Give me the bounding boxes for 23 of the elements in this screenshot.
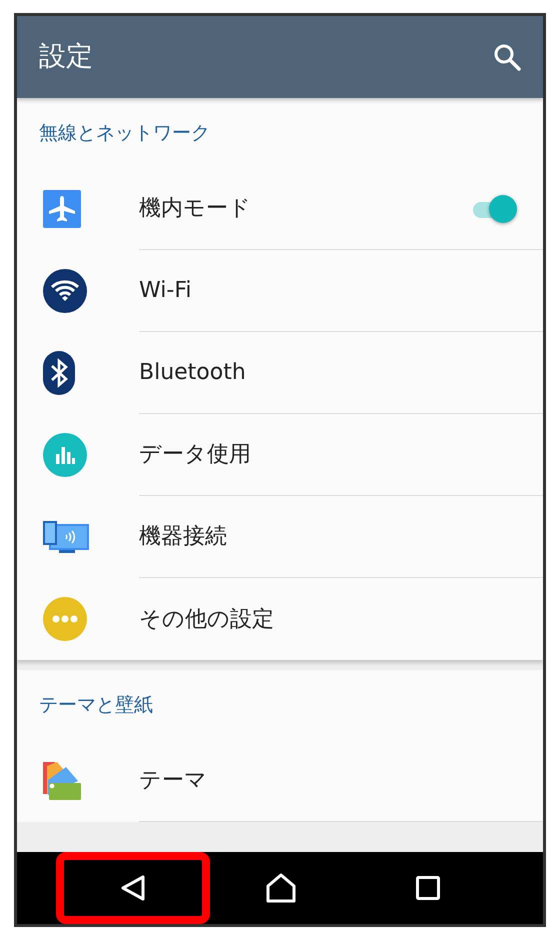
section-header: テーマと壁紙 — [39, 692, 153, 718]
setting-item[interactable]: Bluetooth — [139, 356, 246, 389]
home-icon — [266, 873, 296, 903]
setting-item[interactable]: テーマ — [139, 764, 207, 797]
search-icon[interactable] — [493, 43, 521, 71]
wifi-icon — [43, 269, 87, 313]
back-button[interactable] — [56, 852, 210, 924]
setting-item[interactable]: 機内モード — [139, 192, 251, 225]
airplane-icon — [43, 190, 81, 228]
app-title: 設定 — [39, 40, 93, 74]
back-icon — [120, 874, 146, 902]
palette-cards-icon — [43, 762, 81, 800]
recents-icon — [416, 876, 440, 900]
setting-item[interactable]: 機器接続 — [139, 520, 227, 553]
setting-item[interactable]: Wi-Fi — [139, 274, 192, 307]
devices-icon — [43, 521, 89, 553]
section-header: 無線とネットワーク — [39, 120, 210, 146]
bar-chart-icon — [43, 433, 87, 477]
bluetooth-icon — [43, 351, 75, 395]
setting-item[interactable]: その他の設定 — [139, 602, 274, 636]
more-icon — [43, 597, 87, 641]
setting-item[interactable]: データ使用 — [139, 438, 251, 471]
toggle-switch[interactable] — [471, 194, 517, 224]
